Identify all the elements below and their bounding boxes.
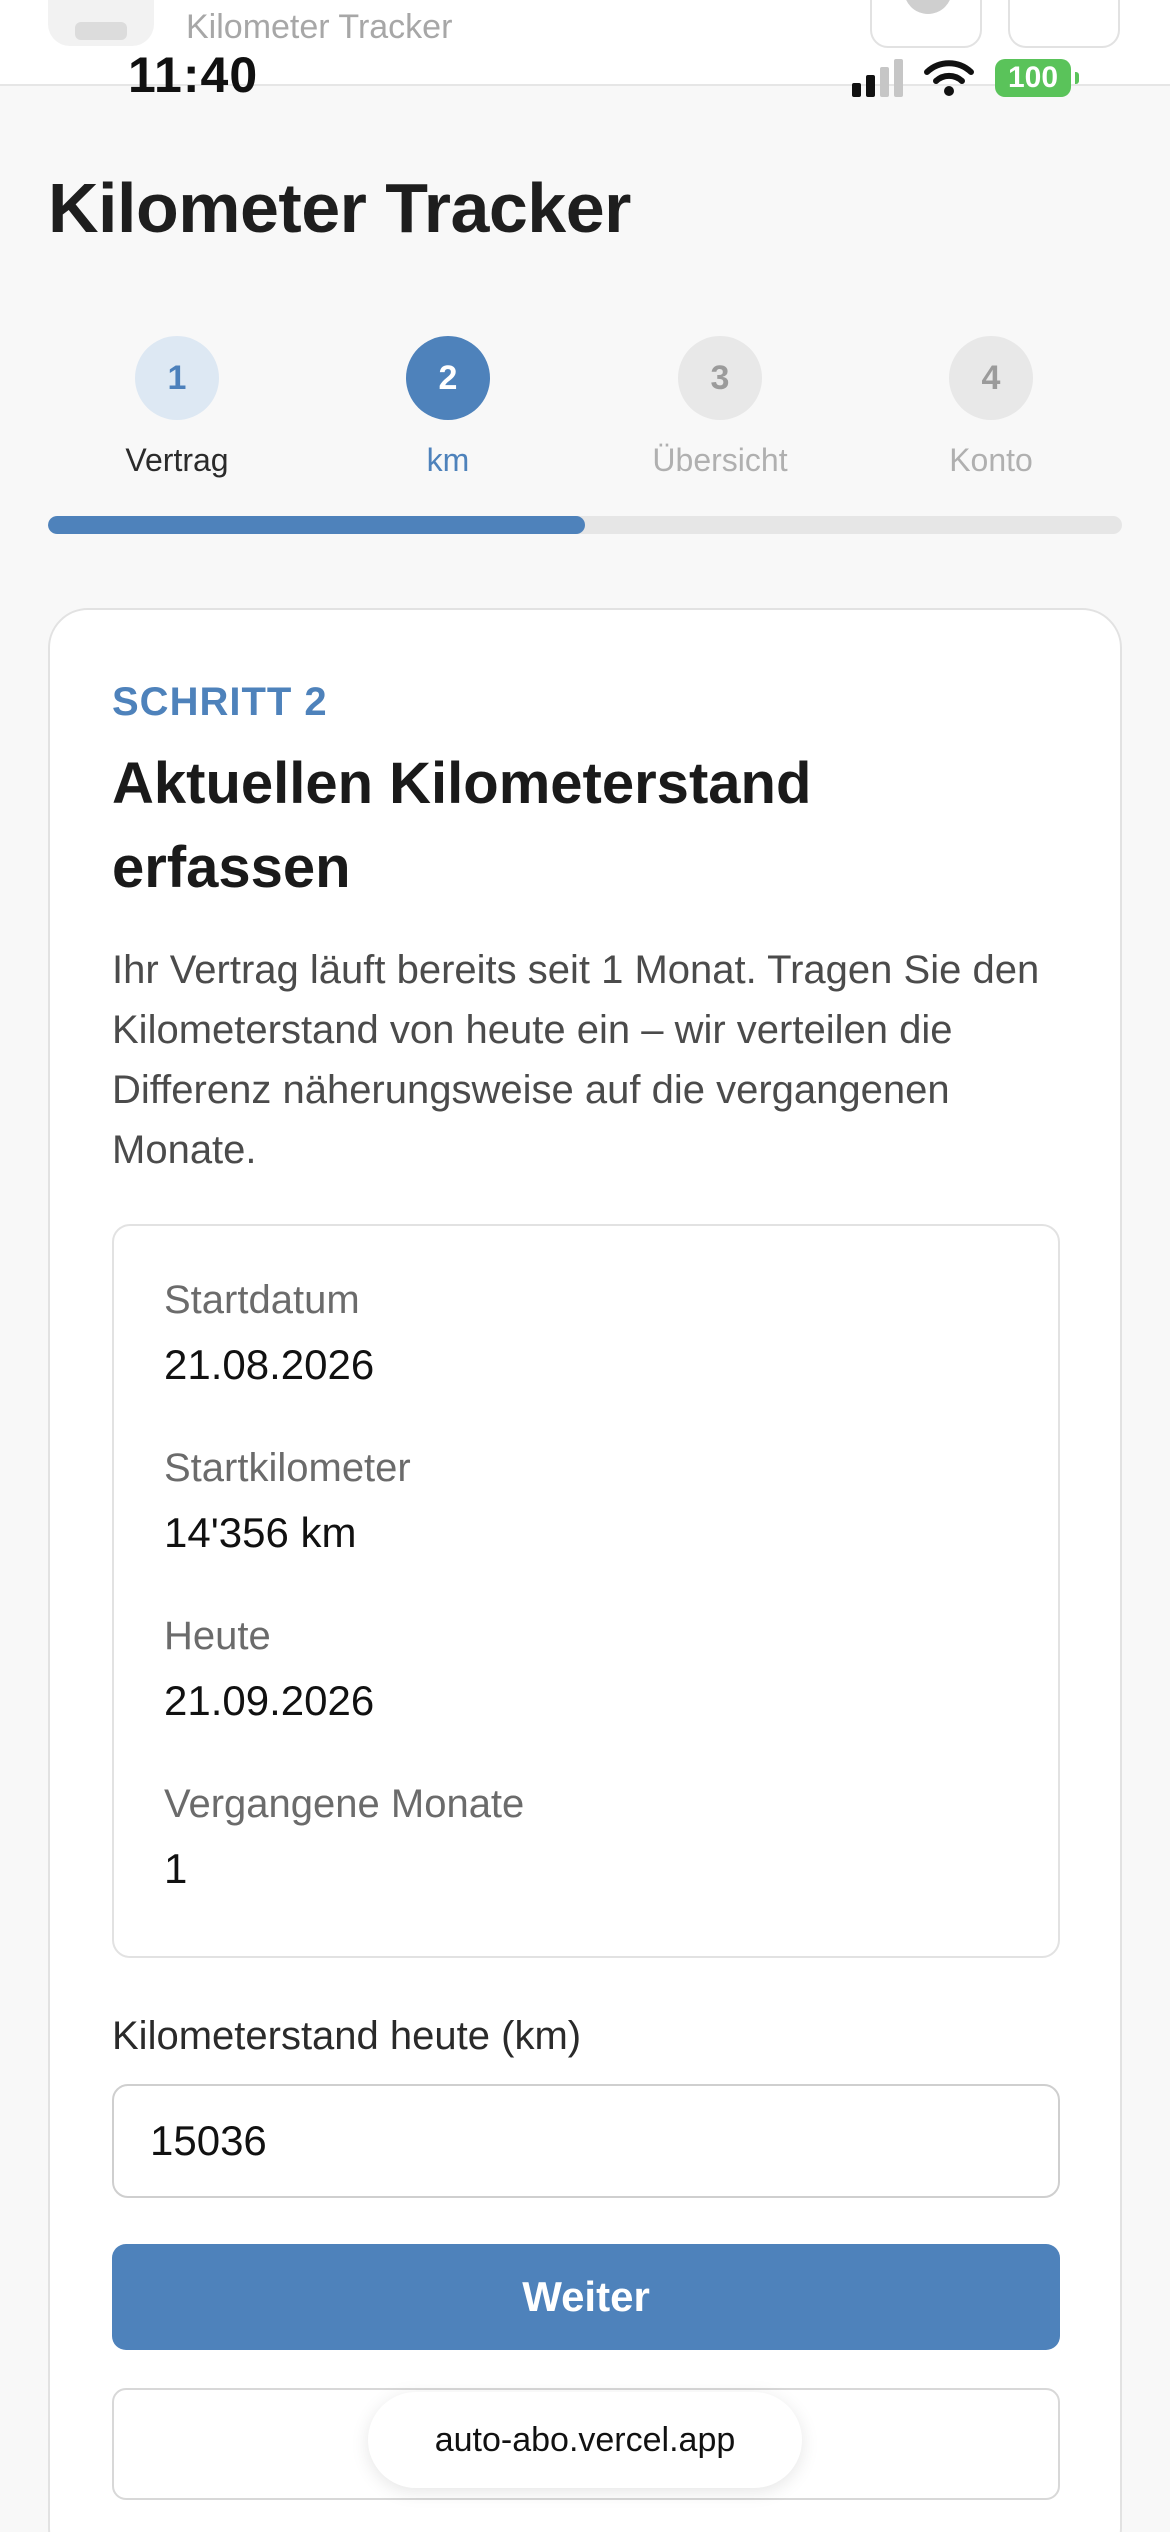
step-card: SCHRITT 2 Aktuellen Kilometerstand erfas… [48,608,1122,2532]
step-number: 3 [678,336,762,420]
step-number: 4 [949,336,1033,420]
step-konto: 4 Konto [871,336,1111,479]
info-value: 21.08.2026 [164,1341,375,1388]
step-number: 2 [406,336,490,420]
battery-level: 100 [1007,61,1059,94]
cellular-signal-icon [852,59,903,97]
info-value: 21.09.2026 [164,1677,375,1724]
step-kicker: SCHRITT 2 [112,680,328,724]
info-value: 14'356 km [164,1509,357,1556]
battery-icon: 100 [995,59,1079,97]
info-row-heute: Heute 21.09.2026 [164,1614,374,1725]
info-row-startdatum: Startdatum 21.08.2026 [164,1278,374,1389]
step-number: 1 [135,336,219,420]
page-title: Kilometer Tracker [48,169,631,247]
step-vertrag[interactable]: 1 Vertrag [57,336,297,479]
contract-info-box: Startdatum 21.08.2026 Startkilometer 14'… [112,1224,1060,1958]
status-time: 11:40 [128,47,259,103]
progress-bar [48,516,1122,534]
card-description: Ihr Vertrag läuft bereits seit 1 Monat. … [112,948,1040,1172]
account-button[interactable] [870,0,982,48]
car-icon[interactable] [48,0,154,46]
step-label: Übersicht [652,442,788,478]
info-row-vergangene-monate: Vergangene Monate 1 [164,1782,524,1893]
info-row-startkilometer: Startkilometer 14'356 km [164,1446,411,1557]
browser-url-pill[interactable]: auto-abo.vercel.app [368,2392,802,2488]
menu-button[interactable] [1008,0,1120,48]
step-label: Vertrag [125,442,229,478]
km-input-label: Kilometerstand heute (km) [112,2014,582,2058]
step-label: Konto [949,442,1033,478]
user-icon [904,0,952,14]
stepper: 1 Vertrag 2 km 3 Übersicht 4 Konto [0,336,1170,486]
wifi-icon [924,60,974,96]
card-title: Aktuellen Kilometerstand erfassen [112,751,812,900]
info-label: Startkilometer [164,1446,411,1490]
info-value: 1 [164,1845,188,1892]
info-label: Vergangene Monate [164,1782,525,1826]
info-label: Startdatum [164,1278,360,1322]
next-button[interactable]: Weiter [112,2244,1060,2350]
step-uebersicht: 3 Übersicht [600,336,840,479]
step-km[interactable]: 2 km [328,336,568,479]
status-icons: 100 [852,56,1079,100]
header-app-title: Kilometer Tracker [186,8,453,46]
info-label: Heute [164,1614,271,1658]
browser-url: auto-abo.vercel.app [434,2420,736,2459]
km-input[interactable] [112,2084,1060,2198]
progress-fill [48,516,585,534]
step-label: km [426,442,470,478]
